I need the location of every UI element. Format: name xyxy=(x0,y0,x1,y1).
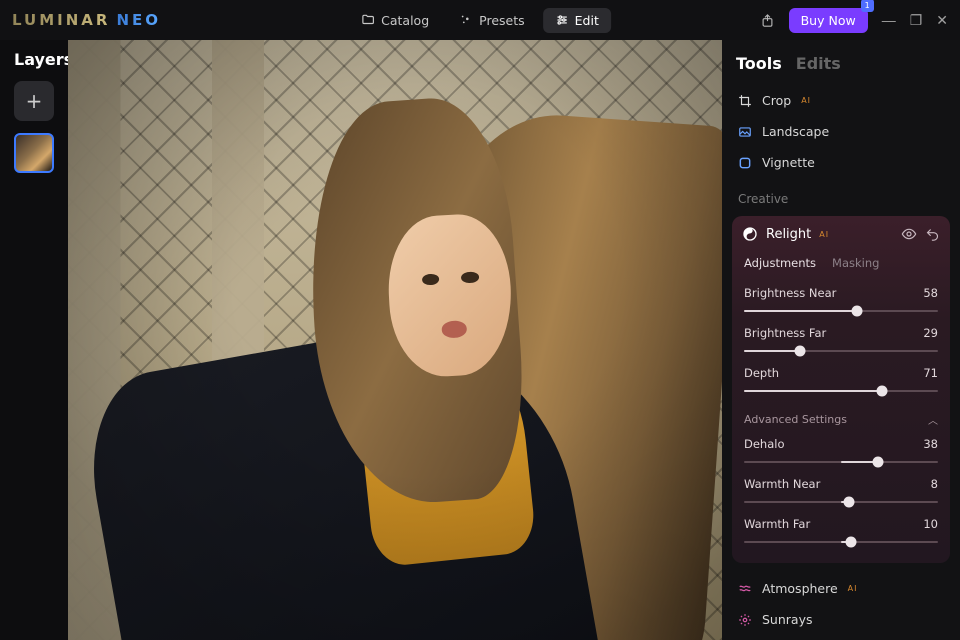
slider-track[interactable] xyxy=(744,495,938,509)
slider-value: 8 xyxy=(931,477,938,491)
slider-thumb[interactable] xyxy=(872,457,883,468)
slider-warmth-far[interactable]: Warmth Far 10 xyxy=(732,511,950,551)
buy-badge: 1 xyxy=(861,0,874,12)
slider-brightness-far[interactable]: Brightness Far 29 xyxy=(732,320,950,360)
slider-value: 10 xyxy=(923,517,938,531)
close-icon[interactable]: ✕ xyxy=(936,12,948,29)
slider-track[interactable] xyxy=(744,535,938,549)
slider-thumb[interactable] xyxy=(845,537,856,548)
minimize-icon[interactable]: — xyxy=(882,12,896,28)
relight-title: Relight xyxy=(766,227,811,242)
tool-vignette[interactable]: Vignette xyxy=(732,147,950,178)
tool-crop-label: Crop xyxy=(762,93,791,108)
sunrays-icon xyxy=(738,613,752,627)
window-controls: Buy Now 1 — ❐ ✕ xyxy=(760,8,948,33)
layers-title: Layers xyxy=(14,50,68,69)
folder-icon xyxy=(361,13,375,27)
maximize-icon[interactable]: ❐ xyxy=(910,12,923,29)
subtab-adjustments[interactable]: Adjustments xyxy=(744,256,816,270)
photo-canvas xyxy=(68,40,722,640)
layers-panel: Layers + xyxy=(0,40,68,640)
tool-vignette-label: Vignette xyxy=(762,155,815,170)
relight-panel: Relight AI Adjustments Masking Brightnes… xyxy=(732,216,950,563)
tool-sunrays[interactable]: Sunrays xyxy=(732,604,950,635)
tab-presets-label: Presets xyxy=(479,13,525,28)
tab-catalog[interactable]: Catalog xyxy=(349,8,441,33)
slider-label: Brightness Far xyxy=(744,326,826,340)
tool-atmosphere[interactable]: Atmosphere AI xyxy=(732,573,950,604)
ai-badge: AI xyxy=(848,584,858,593)
atmosphere-icon xyxy=(738,582,752,596)
tool-atmosphere-label: Atmosphere xyxy=(762,581,838,596)
slider-brightness-near[interactable]: Brightness Near 58 xyxy=(732,280,950,320)
advanced-settings-label: Advanced Settings xyxy=(744,413,847,426)
visibility-icon[interactable] xyxy=(901,226,917,242)
slider-value: 58 xyxy=(923,286,938,300)
buy-now-label: Buy Now xyxy=(801,13,856,28)
tab-tools[interactable]: Tools xyxy=(736,54,782,73)
slider-track[interactable] xyxy=(744,384,938,398)
landscape-icon xyxy=(738,125,752,139)
layer-thumbnail[interactable] xyxy=(14,133,54,173)
relight-icon xyxy=(742,226,758,242)
slider-value: 71 xyxy=(923,366,938,380)
tab-presets[interactable]: Presets xyxy=(447,8,537,33)
tab-edits[interactable]: Edits xyxy=(796,54,841,73)
title-bar: LUMINAR NEO Catalog Presets Edit Buy No xyxy=(0,0,960,40)
section-creative: Creative xyxy=(732,178,950,212)
chevron-up-icon: ︿ xyxy=(928,412,938,427)
slider-label: Brightness Near xyxy=(744,286,836,300)
slider-label: Warmth Far xyxy=(744,517,810,531)
slider-value: 38 xyxy=(923,437,938,451)
sliders-icon xyxy=(555,13,569,27)
slider-warmth-near[interactable]: Warmth Near 8 xyxy=(732,471,950,511)
ai-badge: AI xyxy=(801,96,811,105)
slider-label: Dehalo xyxy=(744,437,785,451)
buy-now-button[interactable]: Buy Now 1 xyxy=(789,8,868,33)
relight-header[interactable]: Relight AI xyxy=(732,216,950,252)
add-layer-button[interactable]: + xyxy=(14,81,54,121)
slider-label: Depth xyxy=(744,366,779,380)
canvas-area[interactable] xyxy=(68,40,722,640)
tool-landscape[interactable]: Landscape xyxy=(732,116,950,147)
top-nav: Catalog Presets Edit xyxy=(349,8,611,33)
share-icon[interactable] xyxy=(760,13,775,28)
tool-crop[interactable]: Crop AI xyxy=(732,85,950,116)
slider-track[interactable] xyxy=(744,455,938,469)
crop-icon xyxy=(738,94,752,108)
slider-thumb[interactable] xyxy=(876,386,887,397)
brand-word-1: LUMINAR xyxy=(12,11,110,29)
subtab-masking[interactable]: Masking xyxy=(832,256,879,270)
tab-edit[interactable]: Edit xyxy=(543,8,611,33)
slider-thumb[interactable] xyxy=(851,306,862,317)
tool-sunrays-label: Sunrays xyxy=(762,612,813,627)
advanced-settings-toggle[interactable]: Advanced Settings ︿ xyxy=(732,400,950,431)
ai-badge: AI xyxy=(819,230,829,239)
slider-thumb[interactable] xyxy=(795,346,806,357)
slider-track[interactable] xyxy=(744,344,938,358)
tab-edit-label: Edit xyxy=(575,13,599,28)
slider-thumb[interactable] xyxy=(843,497,854,508)
undo-icon[interactable] xyxy=(925,227,940,242)
tool-landscape-label: Landscape xyxy=(762,124,829,139)
sparkle-icon xyxy=(459,13,473,27)
right-tabs: Tools Edits xyxy=(732,50,950,85)
brand-word-2: NEO xyxy=(116,11,161,29)
tools-panel: Tools Edits Crop AI Landscape Vignette C… xyxy=(722,40,960,640)
slider-depth[interactable]: Depth 71 xyxy=(732,360,950,400)
relight-subtabs: Adjustments Masking xyxy=(732,252,950,280)
slider-label: Warmth Near xyxy=(744,477,820,491)
tab-catalog-label: Catalog xyxy=(381,13,429,28)
slider-value: 29 xyxy=(923,326,938,340)
slider-track[interactable] xyxy=(744,304,938,318)
app-logo: LUMINAR NEO xyxy=(12,11,161,29)
photo-vignette xyxy=(68,40,722,640)
main-area: Layers + Tools Edits Crop xyxy=(0,40,960,640)
vignette-icon xyxy=(738,156,752,170)
slider-dehalo[interactable]: Dehalo 38 xyxy=(732,431,950,471)
